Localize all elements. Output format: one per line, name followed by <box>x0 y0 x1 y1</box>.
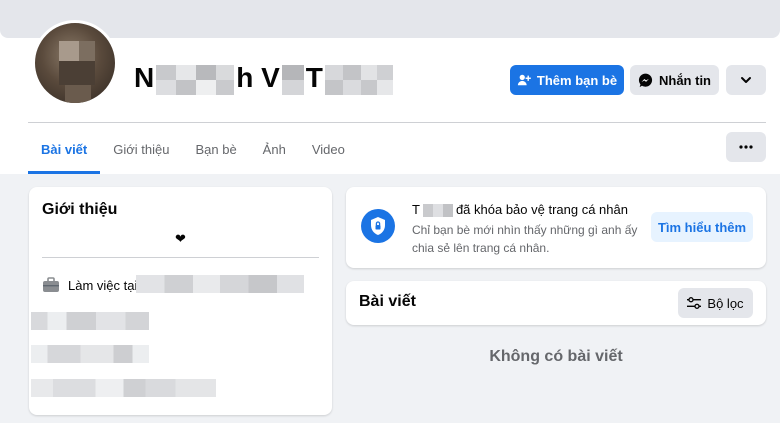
tab-posts[interactable]: Bài viết <box>28 124 101 174</box>
add-friend-label: Thêm bạn bè <box>536 72 618 88</box>
profile-header: Nh V T Thêm bạn bè Nhắn tin Bài viết Giới… <box>0 0 780 174</box>
pixelated-name-segment <box>324 64 393 95</box>
tab-photos[interactable]: Ảnh <box>250 124 299 174</box>
profile-tabs: Bài viết Giới thiệu Bạn bè Ảnh Video <box>28 124 358 174</box>
tab-friends[interactable]: Bạn bè <box>182 124 249 174</box>
profile-lock-notice: Tđã khóa bảo vệ trang cá nhân Chỉ bạn bè… <box>346 187 766 268</box>
profile-name-part: N <box>134 62 155 93</box>
chevron-down-icon <box>741 77 751 83</box>
work-info: Làm việc tại <box>42 275 137 295</box>
sliders-icon <box>687 297 702 309</box>
more-horizontal-icon <box>739 145 753 149</box>
tab-about[interactable]: Giới thiệu <box>100 124 182 174</box>
tab-label: Video <box>311 141 345 157</box>
cover-photo[interactable] <box>0 0 780 38</box>
tab-label: Bài viết <box>41 141 88 157</box>
pixelated-info-line <box>31 345 149 363</box>
profile-name: Nh V T <box>134 62 393 95</box>
message-label: Nhắn tin <box>659 72 711 88</box>
message-button[interactable]: Nhắn tin <box>630 65 719 95</box>
pixelated-info-line <box>31 379 216 397</box>
profile-name-part: h V <box>236 62 280 93</box>
posts-title: Bài viết <box>359 293 416 310</box>
add-friend-button[interactable]: Thêm bạn bè <box>510 65 624 95</box>
more-actions-button[interactable] <box>726 65 766 95</box>
briefcase-icon <box>43 277 59 292</box>
filter-button[interactable]: Bộ lọc <box>678 288 753 318</box>
messenger-icon <box>638 73 653 87</box>
intro-divider <box>42 257 319 258</box>
pixelated-name-segment <box>156 64 235 95</box>
posts-header-card: Bài viết Bộ lọc <box>346 281 766 325</box>
tab-label: Giới thiệu <box>113 141 170 157</box>
filter-label: Bộ lọc <box>707 295 744 311</box>
intro-title: Giới thiệu <box>42 201 118 218</box>
tab-label: Ảnh <box>262 141 286 157</box>
learn-more-button[interactable]: Tìm hiểu thêm <box>651 212 753 242</box>
work-prefix: Làm việc tại <box>68 277 138 293</box>
pixelated-name-segment <box>281 64 304 95</box>
pixelated-name-segment <box>422 204 453 218</box>
empty-posts-message: Không có bài viết <box>489 348 623 365</box>
shield-lock-icon <box>361 209 395 243</box>
lock-notice-name: T <box>412 202 420 217</box>
intro-card: Giới thiệu ❤ Làm việc tại <box>29 187 332 415</box>
lock-notice-description: Chỉ bạn bè mới nhìn thấy những gì anh ấy… <box>412 223 638 255</box>
bio-text: ❤ <box>175 231 186 246</box>
lock-notice-title: Tđã khóa bảo vệ trang cá nhân <box>412 202 628 218</box>
avatar[interactable] <box>32 20 118 106</box>
pixelated-workplace <box>136 275 304 293</box>
tabs-more-button[interactable] <box>726 132 766 162</box>
tab-label: Bạn bè <box>195 141 237 157</box>
lock-notice-title-text: đã khóa bảo vệ trang cá nhân <box>455 202 628 217</box>
tab-video[interactable]: Video <box>299 124 358 174</box>
profile-name-part: T <box>305 62 323 93</box>
pixelated-info-line <box>31 312 149 330</box>
header-divider <box>28 122 766 123</box>
person-plus-icon <box>517 74 531 86</box>
